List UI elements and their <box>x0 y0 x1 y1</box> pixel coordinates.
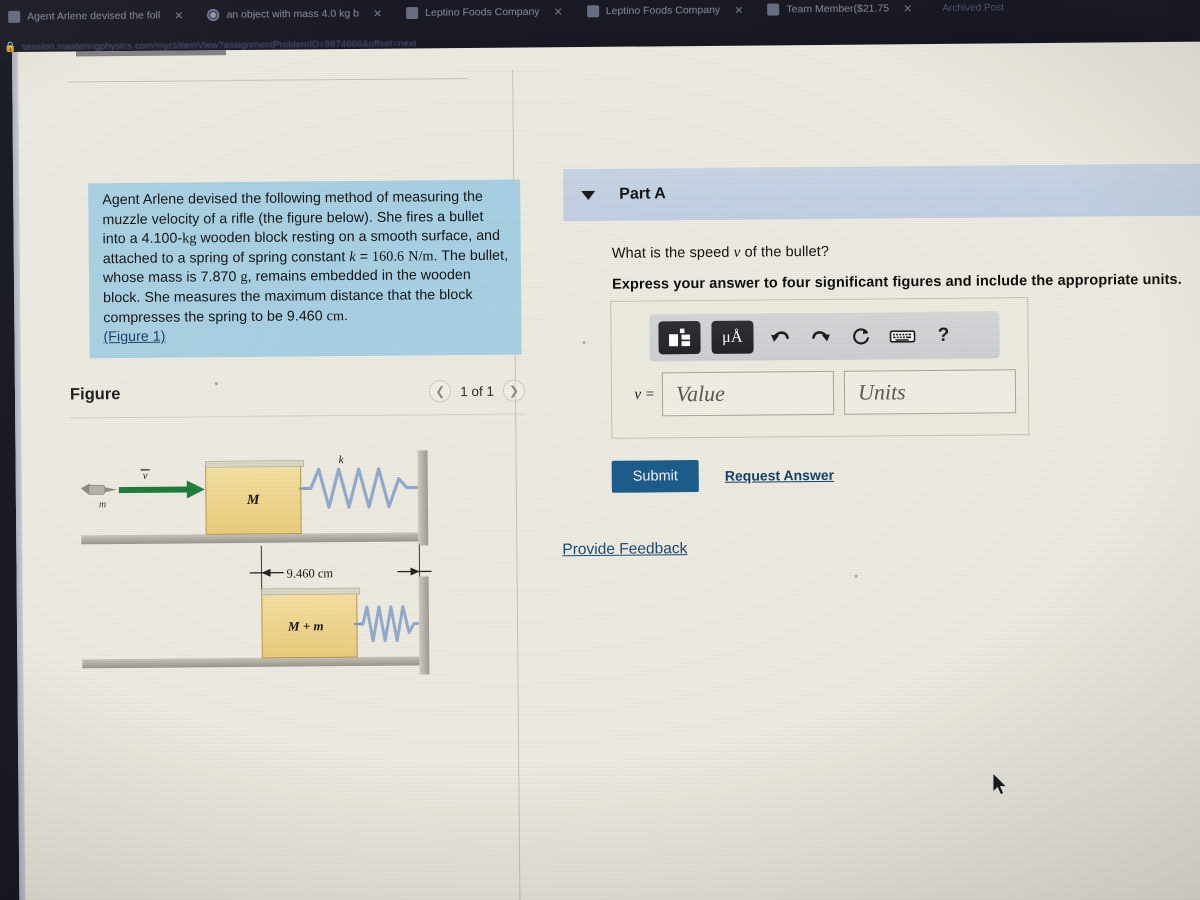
physics-figure: m v M k 9.460 cm M + m <box>70 382 529 894</box>
photo-speck <box>582 341 586 345</box>
part-a-label: Part A <box>619 185 666 203</box>
browser-tab-5[interactable]: Team Member($21.75 <box>759 0 893 25</box>
svg-text:M + m: M + m <box>287 618 324 633</box>
micro-angstrom-units-icon[interactable]: μÅ <box>711 320 754 354</box>
answer-input-row: v = Value Units <box>622 368 1022 417</box>
value-input[interactable]: Value <box>661 370 835 417</box>
svg-text:m: m <box>99 499 106 510</box>
lock-icon: 🔒 <box>4 41 17 53</box>
tab-close-button-3[interactable]: ✕ <box>554 5 563 18</box>
tab-close-button-5[interactable]: ✕ <box>903 2 912 15</box>
question-text: What is the speed v of the bullet? <box>612 244 829 263</box>
svg-text:M: M <box>246 493 260 508</box>
submit-button[interactable]: Submit <box>611 460 700 493</box>
unit-cm: cm <box>326 307 345 324</box>
answer-entry-box: μÅ ? v = Value Units <box>610 297 1030 439</box>
tabstrip-right-note: Archived Post <box>942 1 1005 14</box>
answer-variable-label: v = <box>634 385 656 403</box>
photo-speck <box>854 574 858 578</box>
google-icon <box>207 8 220 22</box>
window-left-rail <box>12 51 26 900</box>
photo-speck <box>214 382 218 386</box>
value-input-placeholder: Value <box>675 380 726 407</box>
spring-constant-units: N/m <box>408 248 434 265</box>
page-top-cropped-text <box>75 50 227 57</box>
web-page-content: Agent Arlene devised the following metho… <box>12 41 1200 900</box>
problem-pane: Agent Arlene devised the following metho… <box>32 70 526 900</box>
math-template-icon[interactable] <box>658 321 701 355</box>
tab-close-button-4[interactable]: ✕ <box>734 3 743 16</box>
part-a-header[interactable]: Part A <box>563 163 1200 222</box>
caret-down-icon[interactable] <box>581 190 596 200</box>
browser-tab-3[interactable]: Leptino Foods Company <box>398 0 544 28</box>
units-input[interactable]: Units <box>843 369 1017 415</box>
question-text-before: What is the speed <box>611 244 734 262</box>
tab-label: an object with mass 4.0 kg b <box>226 7 360 21</box>
physics-diagram-svg: m v M k 9.460 cm M + m <box>80 450 432 675</box>
problem-statement: Agent Arlene devised the following metho… <box>88 179 522 359</box>
units-input-placeholder: Units <box>857 379 906 405</box>
reset-circle-icon[interactable] <box>846 321 876 351</box>
tab-label: Leptino Foods Company <box>605 4 721 18</box>
page-icon <box>8 10 21 23</box>
figure-title: Figure <box>69 384 121 404</box>
submit-row: Submit Request Answer <box>611 459 835 493</box>
tab-label: Team Member($21.75 <box>786 2 890 16</box>
answer-instruction: Express your answer to four significant … <box>611 271 1182 293</box>
screen-photo: Agent Arlene devised the foll ✕ an objec… <box>0 0 1200 900</box>
browser-tab-1[interactable]: Agent Arlene devised the foll <box>0 0 164 32</box>
bullet-glyph <box>80 483 117 496</box>
tab-close-button-2[interactable]: ✕ <box>373 7 382 20</box>
svg-text:k: k <box>339 454 345 466</box>
page-icon <box>406 6 419 20</box>
figure-navigation: ❮ 1 of 1 ❯ <box>429 379 526 403</box>
svg-text:v: v <box>143 470 148 482</box>
tab-label: Leptino Foods Company <box>425 5 540 19</box>
equals-sign: = <box>355 248 373 265</box>
answer-toolbar: μÅ ? <box>649 311 1000 362</box>
browser-tab-2[interactable]: an object with mass 4.0 kg b <box>199 0 363 30</box>
unit-kg: kg <box>182 230 197 247</box>
provide-feedback-link[interactable]: Provide Feedback <box>562 540 687 559</box>
tab-label: Agent Arlene devised the foll <box>27 9 161 23</box>
compression-dimension-label: 9.460 cm <box>287 566 334 580</box>
figure-header: Figure ❮ 1 of 1 ❯ <box>69 379 526 406</box>
figure-1-link[interactable]: (Figure 1) <box>103 329 165 346</box>
spring-constant-value: 160.6 <box>371 248 405 265</box>
answer-pane: Part A What is the speed v of the bullet… <box>540 64 1200 900</box>
figure-divider <box>70 413 526 419</box>
tab-close-button-1[interactable]: ✕ <box>174 9 183 22</box>
chevron-right-icon[interactable]: ❯ <box>502 379 526 402</box>
browser-tab-4[interactable]: Leptino Foods Company <box>579 0 725 26</box>
undo-arrow-icon[interactable] <box>764 322 794 352</box>
page-icon <box>767 3 780 16</box>
redo-arrow-icon[interactable] <box>805 321 835 351</box>
problem-text-period: . <box>343 307 349 324</box>
figure-counter: 1 of 1 <box>460 383 495 399</box>
help-question-icon[interactable]: ? <box>928 320 958 350</box>
keyboard-icon[interactable] <box>887 321 917 351</box>
question-text-after: of the bullet? <box>740 243 830 261</box>
page-icon <box>586 5 599 18</box>
chevron-left-icon[interactable]: ❮ <box>429 380 452 403</box>
request-answer-link[interactable]: Request Answer <box>725 467 834 484</box>
mouse-cursor <box>992 772 1008 796</box>
